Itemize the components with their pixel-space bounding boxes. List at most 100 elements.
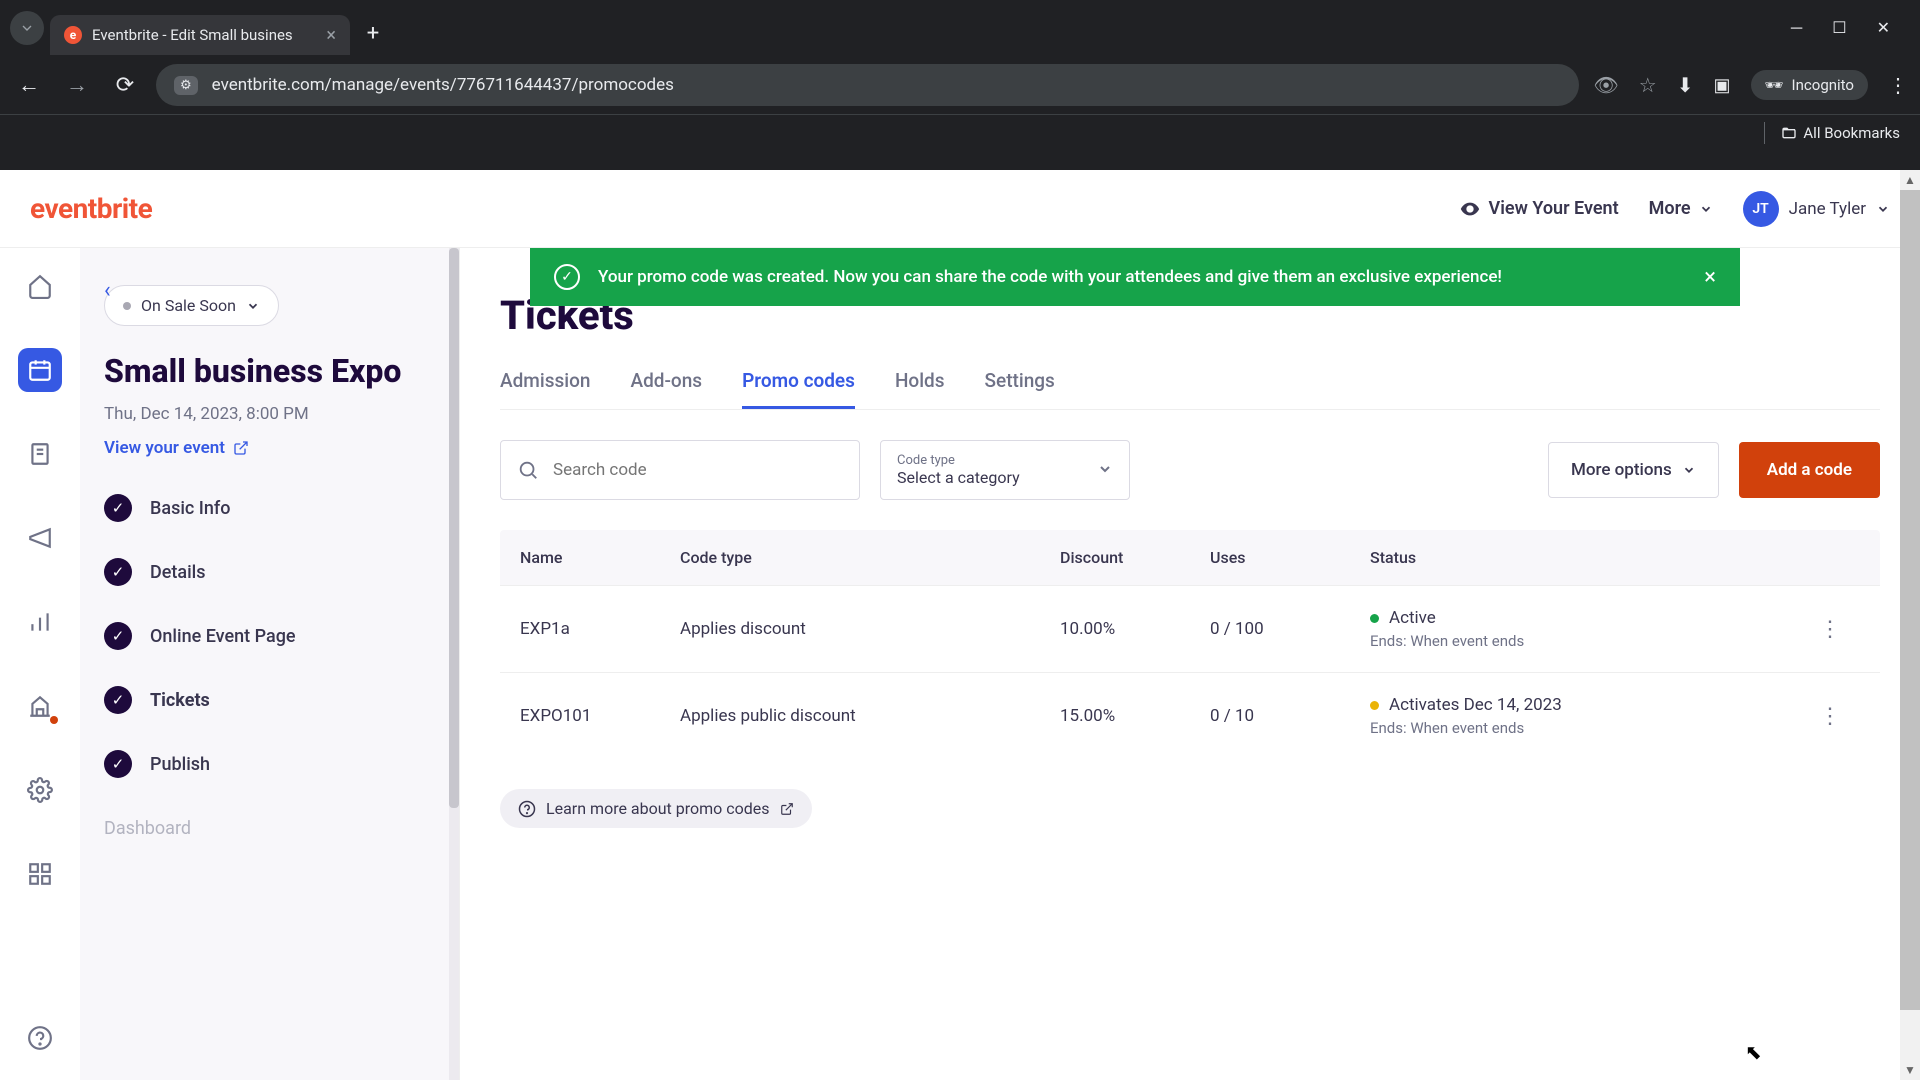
close-tab-icon[interactable]: ×	[326, 25, 336, 46]
more-dropdown[interactable]: More	[1649, 198, 1713, 219]
search-code-box[interactable]	[500, 440, 860, 500]
success-banner: ✓ Your promo code was created. Now you c…	[530, 248, 1740, 306]
back-chevron-icon[interactable]: ‹	[104, 278, 111, 303]
orders-icon[interactable]	[18, 432, 62, 476]
step-list: ✓ Basic Info ✓ Details ✓ Online Event Pa…	[104, 494, 435, 778]
code-type-dropdown[interactable]: Code type Select a category	[880, 440, 1130, 500]
new-tab-button[interactable]: +	[356, 16, 390, 50]
banner-text: Your promo code was created. Now you can…	[598, 267, 1502, 287]
cell-uses: 0 / 100	[1210, 619, 1370, 639]
incognito-icon: 🕶	[1765, 76, 1784, 94]
tab-holds[interactable]: Holds	[895, 369, 945, 409]
page-scrollbar[interactable]: ▲ ▼	[1900, 170, 1920, 1080]
chevron-down-icon	[1699, 202, 1713, 216]
browser-chrome: e Eventbrite - Edit Small busines × + ─ …	[0, 0, 1920, 170]
add-code-button[interactable]: Add a code	[1739, 442, 1880, 498]
finance-icon[interactable]	[18, 684, 62, 728]
settings-icon[interactable]	[18, 768, 62, 812]
row-menu-icon[interactable]: ⋮	[1800, 704, 1860, 729]
tab-add-ons[interactable]: Add-ons	[630, 369, 702, 409]
step-basic-info[interactable]: ✓ Basic Info	[104, 494, 435, 522]
scroll-up-icon[interactable]: ▲	[1900, 170, 1920, 190]
view-event-link[interactable]: View your event	[104, 438, 249, 458]
status-sub: Ends: When event ends	[1370, 632, 1800, 650]
check-icon: ✓	[104, 750, 132, 778]
success-check-icon: ✓	[554, 264, 580, 290]
forward-button: →	[60, 68, 94, 102]
view-your-event-button[interactable]: View Your Event	[1459, 198, 1619, 220]
minimize-icon[interactable]: ─	[1791, 18, 1802, 38]
more-options-button[interactable]: More options	[1548, 442, 1719, 498]
chrome-menu-icon[interactable]: ⋮	[1888, 73, 1908, 97]
step-details[interactable]: ✓ Details	[104, 558, 435, 586]
view-your-event-label: View Your Event	[1489, 198, 1619, 219]
sale-status-dropdown[interactable]: On Sale Soon	[104, 285, 279, 326]
all-bookmarks-label: All Bookmarks	[1803, 124, 1900, 142]
reports-icon[interactable]	[18, 600, 62, 644]
search-input[interactable]	[553, 460, 843, 480]
user-menu[interactable]: JT Jane Tyler	[1743, 191, 1890, 227]
site-info-icon[interactable]: ⚙	[174, 76, 198, 95]
download-icon[interactable]: ⬇	[1677, 73, 1694, 97]
event-date: Thu, Dec 14, 2023, 8:00 PM	[104, 404, 435, 424]
favicon-icon: e	[64, 26, 82, 44]
status-dot-icon	[1370, 701, 1379, 710]
promo-codes-table: Name Code type Discount Uses Status EXP1…	[500, 530, 1880, 759]
panel-icon[interactable]: ▣	[1713, 75, 1730, 96]
banner-close-icon[interactable]: ×	[1704, 265, 1716, 290]
col-code-type: Code type	[680, 548, 1060, 567]
learn-more-link[interactable]: Learn more about promo codes	[500, 789, 812, 828]
step-label: Basic Info	[150, 498, 230, 519]
help-circle-icon	[518, 800, 536, 818]
sale-status-label: On Sale Soon	[141, 296, 236, 315]
tab-promo-codes[interactable]: Promo codes	[742, 369, 855, 409]
cell-code-type: Applies public discount	[680, 706, 1060, 726]
chevron-down-icon	[1097, 461, 1113, 481]
help-icon[interactable]	[18, 1016, 62, 1060]
tab-search-icon[interactable]	[10, 11, 44, 45]
home-icon[interactable]	[18, 264, 62, 308]
status-sub: Ends: When event ends	[1370, 719, 1800, 737]
scroll-thumb[interactable]	[1900, 190, 1920, 1010]
window-controls: ─ ☐ ✕	[1791, 18, 1910, 38]
step-label: Online Event Page	[150, 626, 296, 647]
logo[interactable]: eventbrite	[30, 192, 152, 225]
cell-status: Activates Dec 14, 2023 Ends: When event …	[1370, 695, 1800, 737]
chevron-down-icon	[246, 299, 260, 313]
step-tickets[interactable]: ✓ Tickets	[104, 686, 435, 714]
cell-name: EXPO101	[520, 706, 680, 726]
eye-off-icon[interactable]: 👁	[1593, 73, 1618, 97]
status-main: Active	[1389, 608, 1436, 628]
address-bar: ← → ⟳ ⚙ eventbrite.com/manage/events/776…	[0, 56, 1920, 114]
browser-tab[interactable]: e Eventbrite - Edit Small busines ×	[50, 15, 350, 55]
step-label: Publish	[150, 754, 210, 775]
bookmark-star-icon[interactable]: ☆	[1639, 73, 1657, 97]
chevron-down-icon	[1876, 202, 1890, 216]
maximize-icon[interactable]: ☐	[1832, 18, 1846, 38]
tabs: Admission Add-ons Promo codes Holds Sett…	[500, 369, 1880, 410]
step-online-event-page[interactable]: ✓ Online Event Page	[104, 622, 435, 650]
tab-settings[interactable]: Settings	[985, 369, 1055, 409]
url-text: eventbrite.com/manage/events/77671164443…	[212, 75, 674, 95]
all-bookmarks-button[interactable]: All Bookmarks	[1781, 124, 1900, 142]
incognito-label: Incognito	[1792, 76, 1854, 94]
more-options-label: More options	[1571, 460, 1672, 480]
marketing-icon[interactable]	[18, 516, 62, 560]
tab-admission[interactable]: Admission	[500, 369, 590, 409]
avatar: JT	[1743, 191, 1779, 227]
reload-button[interactable]: ⟳	[108, 68, 142, 102]
step-publish[interactable]: ✓ Publish	[104, 750, 435, 778]
scroll-down-icon[interactable]: ▼	[1900, 1060, 1920, 1080]
col-discount: Discount	[1060, 548, 1210, 567]
step-label: Tickets	[150, 690, 210, 711]
row-menu-icon[interactable]: ⋮	[1800, 617, 1860, 642]
apps-icon[interactable]	[18, 852, 62, 896]
calendar-icon[interactable]	[18, 348, 62, 392]
sidebar-scroll-thumb[interactable]	[449, 248, 459, 808]
url-field[interactable]: ⚙ eventbrite.com/manage/events/776711644…	[156, 64, 1579, 106]
left-rail	[0, 248, 80, 1080]
incognito-badge[interactable]: 🕶 Incognito	[1751, 70, 1869, 100]
close-window-icon[interactable]: ✕	[1877, 18, 1890, 38]
back-button[interactable]: ←	[12, 68, 46, 102]
external-link-icon	[233, 440, 249, 456]
